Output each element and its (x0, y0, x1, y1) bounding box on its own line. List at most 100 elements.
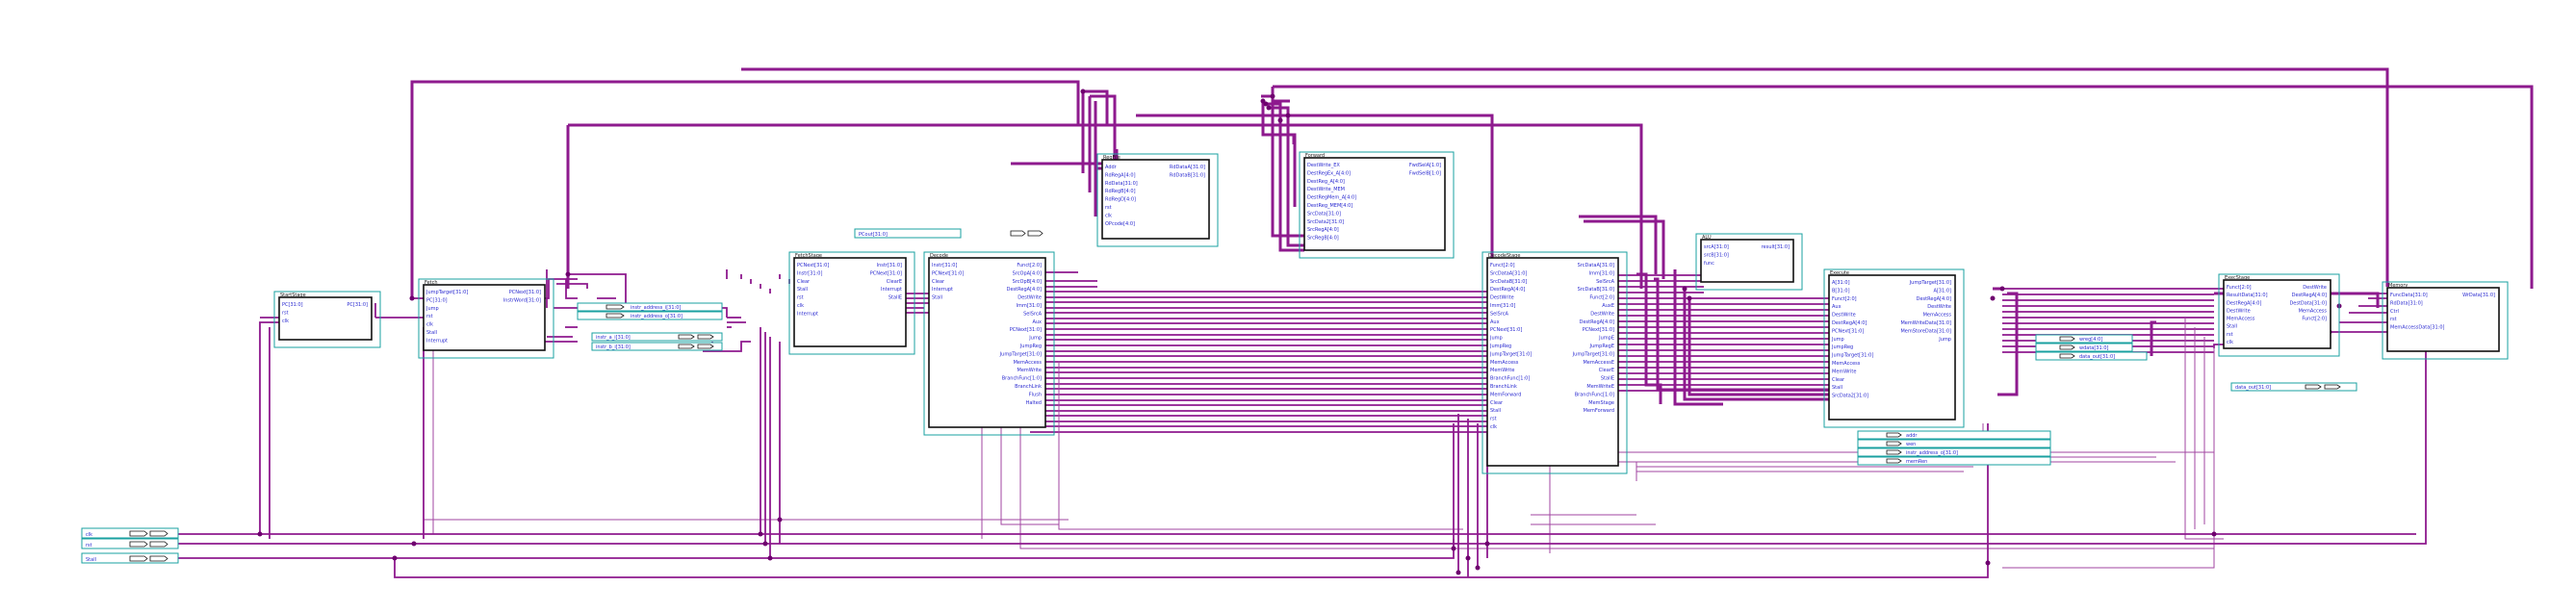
input-pin-label: RdRegA[4:0] (1105, 172, 1136, 178)
output-pin-label: InstrWord[31:0] (503, 297, 541, 303)
input-pin-label: clk (797, 303, 804, 309)
output-pin-label: FwdSelA[1:0] (1409, 163, 1441, 168)
input-pin-label: Aux (1490, 319, 1500, 325)
input-pin-label: DestWrite (2227, 308, 2251, 314)
output-pin-label: Jump (1938, 337, 1951, 343)
output-pin-label: MemAccess (2299, 308, 2328, 314)
input-pin-label: JumpReg (1831, 344, 1853, 350)
input-port-label: clk (86, 532, 92, 538)
input-pin-label: MemWrite (1490, 368, 1514, 373)
module-execute[interactable]: Execute A[31:0] B[31:0] Funct[2:0] Aux DestWr… (1823, 268, 1965, 428)
output-pin-label: AuxE (1602, 303, 1614, 309)
input-pin-label: RdRegB[4:0] (1105, 189, 1136, 194)
output-pin-label: MemWrite (1018, 368, 1042, 373)
output-pin-label: MemStoreData[31:0] (1900, 328, 1951, 334)
input-pin-label: Clear (1832, 377, 1845, 383)
io-port-instr-b[interactable]: instr_b_i[31:0] (591, 342, 723, 351)
input-pin-label: DestWrite_MEM (1307, 187, 1345, 192)
io-port-pcout[interactable]: PCout[31:0] (854, 228, 1043, 239)
module-forward[interactable]: Forward DestWrite_EX DestRegEx_A[4:0] DestR… (1299, 151, 1455, 259)
input-pin-label: ResultData[31:0] (2227, 293, 2268, 298)
output-pin-label: SelSrcA (1023, 311, 1043, 317)
module-memory[interactable]: Memory FuncData[31:0] RdData[31:0] Ctrl rst M… (2382, 281, 2509, 360)
io-port-label: instr_b_i[31:0] (596, 344, 631, 350)
io-port-mem-ctrl[interactable]: data_out[31:0] (2035, 351, 2148, 361)
input-pin-label: MemAccess (1832, 361, 1861, 367)
input-pin-label: RdData[31:0] (2390, 300, 2423, 306)
output-pin-label: PC[31:0] (347, 302, 368, 308)
io-port-wreg[interactable]: wreg[4:0] (2035, 334, 2133, 344)
output-pin-label: StallE (889, 295, 902, 301)
module-start[interactable]: StartStage PC[31:0] rst clk PC[31:0] (273, 291, 381, 348)
output-pin-label: JumpE (1598, 336, 1614, 342)
io-port-addr[interactable]: addr (1857, 430, 2051, 440)
input-pin-label: Stall (426, 330, 437, 336)
io-port-label: wdata[31:0] (2079, 345, 2109, 351)
output-pin-label: ClearE (887, 279, 902, 285)
output-pin-label: SrcOpB[4:0] (1013, 279, 1042, 285)
input-pin-label: DestRegA[4:0] (2227, 300, 2261, 306)
input-port-clk[interactable]: clk (81, 527, 179, 539)
input-pin-label: PC[31:0] (426, 297, 448, 303)
input-pin-label: BranchLink (1490, 384, 1517, 390)
input-pin-label: PCNext[31:0] (1832, 328, 1864, 334)
input-pin-label: SrcRegB[4:0] (1307, 236, 1339, 242)
output-pin-label: Imm[31:0] (1017, 303, 1042, 309)
io-port-instr-a[interactable]: instr_a_i[31:0] (591, 332, 723, 342)
module-fetchstage[interactable]: FetchStage PCNext[31:0] Instr[31:0] Clear St… (788, 251, 915, 355)
module-execstage[interactable]: ExecStage Funct[2:0] ResultData[31:0] DestR… (2218, 273, 2340, 357)
output-pin-label: Jump (1028, 336, 1042, 342)
module-title: DecodeStage (1488, 253, 1520, 259)
input-pin-label: FuncData[31:0] (2390, 293, 2428, 298)
io-port-instr-data[interactable]: instr_address_o[31:0] (577, 311, 723, 320)
output-pin-label: Interrupt (881, 287, 902, 293)
input-pin-label: clk (426, 322, 433, 328)
output-pin-label: MemWriteE (1586, 384, 1614, 390)
module-title: RegFile (1103, 155, 1121, 161)
input-pin-label: Interrupt (932, 287, 953, 293)
io-port-label: data_out[31:0] (2079, 354, 2115, 360)
output-pin-label: RdDataB[31:0] (1170, 172, 1205, 178)
module-decodestage[interactable]: DecodeStage Funct[2:0] SrcDataA[31:0] SrcDa… (1481, 251, 1628, 474)
input-pin-label: DestReg_MEM[4:0] (1307, 203, 1352, 209)
input-port-stall[interactable]: Stall (81, 552, 179, 564)
io-port-label: wreg[4:0] (2079, 337, 2102, 343)
input-pin-label: DestWrite (1490, 295, 1514, 301)
input-pin-label: JumpReg (1489, 344, 1511, 349)
module-alu[interactable]: ALU srcA[31:0] srcB[31:0] func result[31:0] (1695, 233, 1803, 291)
output-pin-label: Funct[2:0] (2302, 317, 2327, 322)
input-pin-label: MemAccessData[31:0] (2390, 325, 2444, 331)
module-decode[interactable]: Decode Instr[31:0] PCNext[31:0] Clear Interr… (923, 251, 1055, 436)
input-pin-label: Funct[2:0] (1832, 296, 1857, 302)
module-regfile[interactable]: RegFile Addr RdRegA[4:0] RdData[31:0] RdRegB… (1096, 153, 1219, 247)
input-pin-label: rst (2227, 332, 2233, 338)
io-port-label: instr_address_o[31:0] (631, 314, 683, 319)
io-port-mem-size[interactable]: instr_address_o[31:0] (1857, 447, 2051, 457)
output-pin-label: result[31:0] (1762, 244, 1790, 250)
io-port-wdata[interactable]: wdata[31:0] (2035, 343, 2133, 352)
output-pin-label: JumpRegE (1589, 344, 1614, 349)
output-pin-label: MemAccessE (1583, 360, 1614, 366)
input-pin-label: Stall (1490, 408, 1501, 414)
io-port-dout[interactable]: data_out[31:0] (2230, 382, 2357, 392)
input-pin-label: BranchFunc[1:0] (1490, 376, 1530, 382)
input-pin-label: MemAccess (2227, 317, 2255, 322)
input-pin-label: MemWrite (1832, 369, 1856, 374)
input-pin-label: JumpTarget[31:0] (425, 290, 468, 295)
output-pin-label: BranchLink (1015, 384, 1042, 390)
module-fetch[interactable]: Fetch JumpTarget[31:0] PC[31:0] Jump rst clk S… (418, 278, 554, 359)
output-pin-label: PCNext[31:0] (509, 290, 541, 295)
output-pin-label: SrcOpA[4:0] (1013, 270, 1042, 276)
output-pin-label: A[31:0] (1933, 288, 1951, 293)
input-pin-label: Jump (425, 306, 439, 312)
input-pin-label: Instr[31:0] (797, 270, 822, 276)
input-port-rst[interactable]: rst (81, 538, 179, 549)
input-pin-label: Stall (932, 295, 942, 301)
io-port-mem-ren[interactable]: memRen (1857, 456, 2051, 466)
input-pin-label: Ctrl (2390, 309, 2399, 315)
output-pin-label: Imm[31:0] (1589, 270, 1614, 276)
input-pin-label: rst (797, 295, 804, 301)
io-port-instr-address[interactable]: instr_address_i[31:0] (577, 302, 723, 312)
input-pin-label: JumpTarget[31:0] (1489, 351, 1532, 357)
io-port-wen[interactable]: wen (1857, 439, 2051, 448)
